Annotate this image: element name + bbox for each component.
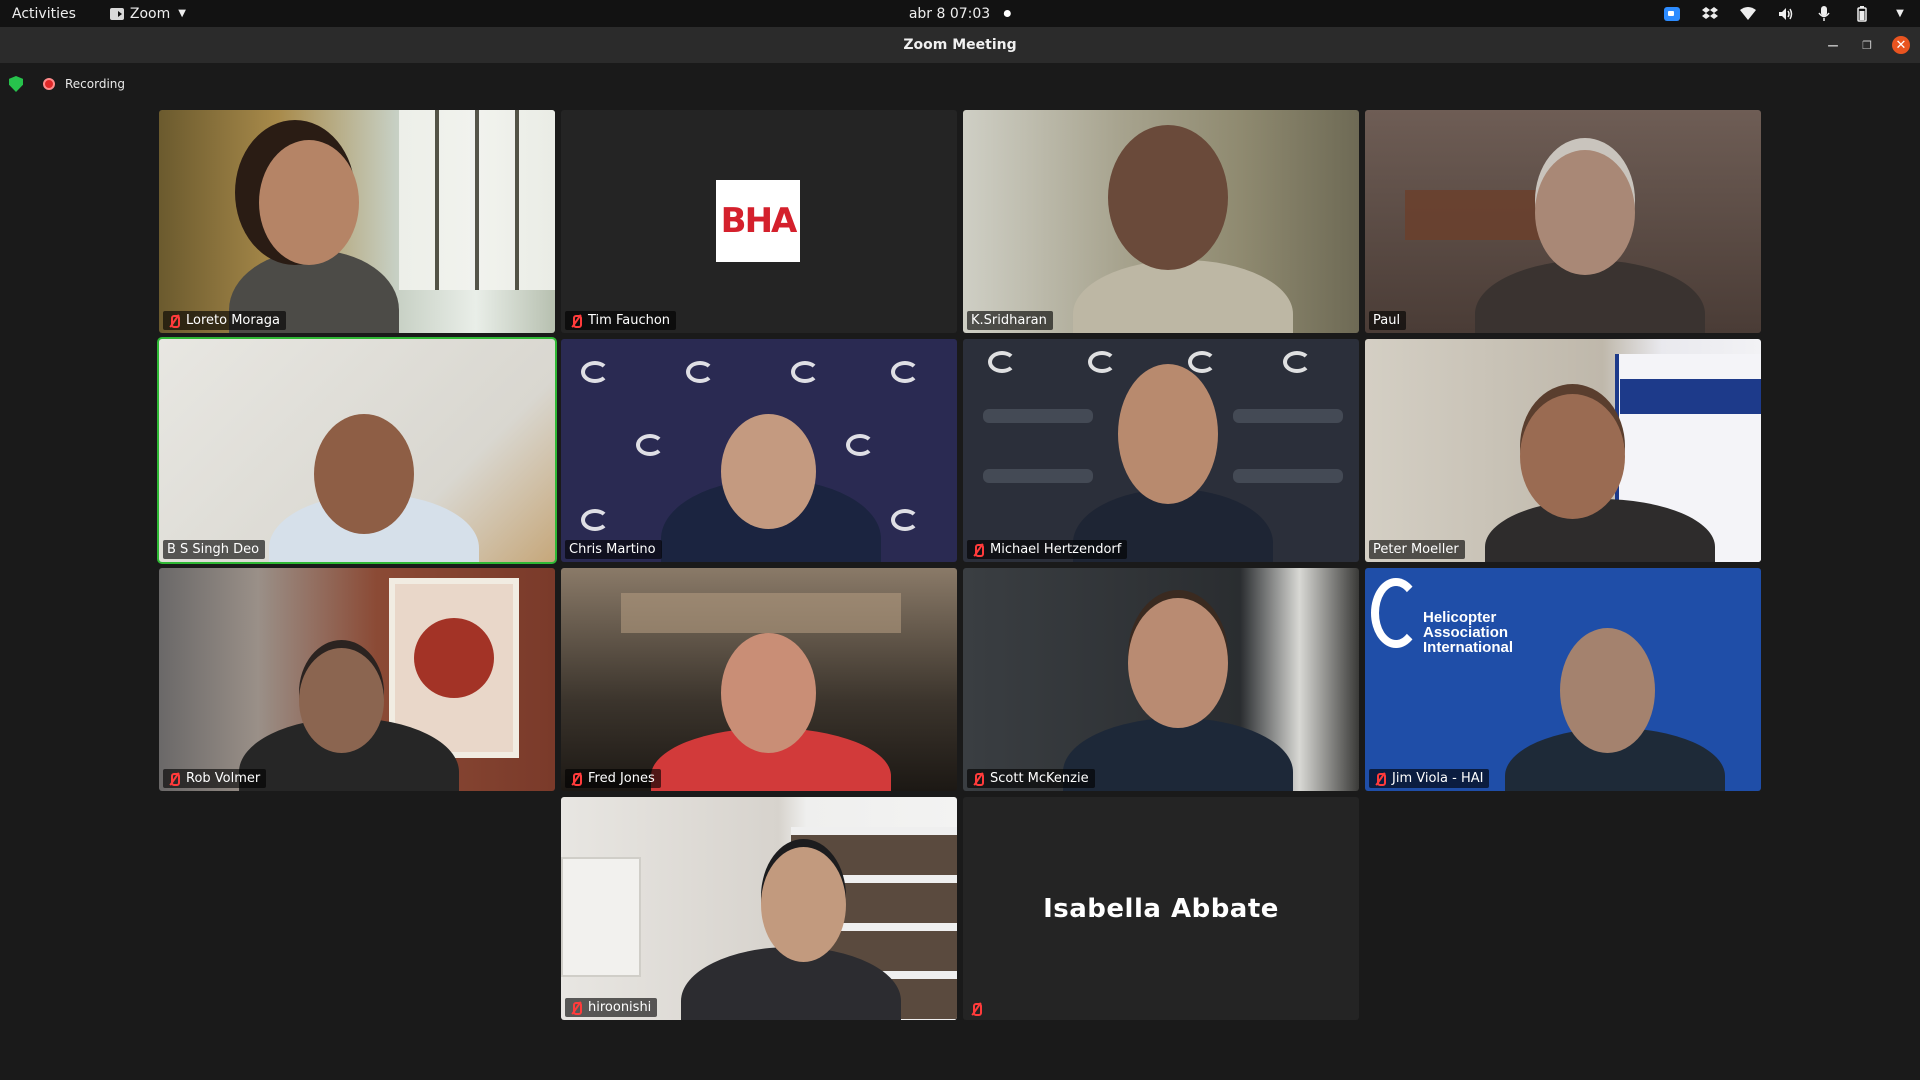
participant-name: K.Sridharan bbox=[971, 313, 1047, 328]
zoom-tray-icon[interactable] bbox=[1664, 6, 1680, 22]
participant-name: Jim Viola - HAI bbox=[1392, 771, 1484, 786]
video-tile[interactable]: Helicopter Association International Jim… bbox=[1365, 568, 1761, 791]
video-tile[interactable]: hiroonishi bbox=[561, 797, 957, 1020]
participant-name: hiroonishi bbox=[588, 1000, 652, 1015]
clock-datetime: abr 8 07:03 bbox=[908, 5, 991, 22]
participant-name: Peter Moeller bbox=[1373, 542, 1459, 557]
video-tile[interactable]: Rob Volmer bbox=[159, 568, 555, 791]
participant-name-tag: Loreto Moraga bbox=[163, 311, 286, 330]
video-tile-active-speaker[interactable]: B S Singh Deo bbox=[157, 337, 557, 564]
zoom-app-icon bbox=[109, 7, 124, 20]
participant-name-tag: Chris Martino bbox=[565, 540, 662, 559]
meeting-area: Recording Loreto Moraga BHA Tim Fauchon … bbox=[0, 63, 1920, 1080]
participant-name-tag: Tim Fauchon bbox=[565, 311, 677, 330]
participant-name-tag: Peter Moeller bbox=[1369, 540, 1465, 559]
microphone-muted-icon bbox=[971, 543, 985, 557]
window-title: Zoom Meeting bbox=[903, 37, 1017, 53]
microphone-muted-icon bbox=[167, 314, 181, 328]
microphone-muted-icon bbox=[569, 314, 583, 328]
video-tile[interactable]: Scott McKenzie bbox=[963, 568, 1359, 791]
microphone-icon[interactable] bbox=[1816, 5, 1832, 22]
hai-logo-line1: Helicopter bbox=[1423, 609, 1497, 626]
recording-label: Recording bbox=[65, 77, 126, 91]
meeting-status-row: Recording bbox=[0, 63, 1920, 105]
video-tile[interactable]: K.Sridharan bbox=[963, 110, 1359, 333]
app-menu-label: Zoom bbox=[129, 5, 171, 22]
participant-name-tag: Rob Volmer bbox=[163, 769, 267, 788]
participant-name-tag: Fred Jones bbox=[565, 769, 661, 788]
video-tile-video-off[interactable]: Isabella Abbate bbox=[963, 797, 1359, 1020]
activities-button[interactable]: Activities bbox=[12, 6, 76, 22]
close-button[interactable]: ✕ bbox=[1892, 36, 1910, 54]
notification-dot-icon bbox=[1004, 10, 1012, 17]
hai-logo-line2: Association bbox=[1423, 624, 1509, 641]
app-menu[interactable]: Zoom ▼ bbox=[109, 5, 186, 22]
recording-icon bbox=[43, 78, 55, 90]
system-tray[interactable]: ▼ bbox=[1664, 0, 1908, 27]
participant-name: Rob Volmer bbox=[186, 771, 261, 786]
window-title-bar: Zoom Meeting — ❐ ✕ bbox=[0, 27, 1920, 63]
bha-logo-text: BHA bbox=[720, 201, 798, 241]
participant-name-tag: Scott McKenzie bbox=[967, 769, 1095, 788]
microphone-muted-icon bbox=[569, 1001, 583, 1015]
microphone-muted-icon bbox=[569, 772, 583, 786]
participant-display-name: Isabella Abbate bbox=[1043, 893, 1279, 924]
participant-name: Loreto Moraga bbox=[186, 313, 280, 328]
microphone-muted-icon bbox=[969, 1002, 983, 1016]
microphone-muted-icon bbox=[1373, 772, 1387, 786]
system-top-bar: Activities Zoom ▼ abr 8 07:03 ▼ bbox=[0, 0, 1920, 27]
wifi-icon[interactable] bbox=[1740, 6, 1756, 22]
participant-name-tag: Paul bbox=[1369, 311, 1407, 330]
participant-name: Michael Hertzendorf bbox=[990, 542, 1122, 557]
participant-name-tag: Michael Hertzendorf bbox=[967, 540, 1128, 559]
video-tile[interactable]: Michael Hertzendorf bbox=[963, 339, 1359, 562]
hai-globe-icon bbox=[1371, 578, 1421, 648]
volume-icon[interactable] bbox=[1778, 6, 1794, 22]
hai-logo-line3: International bbox=[1423, 639, 1514, 656]
window-controls: — ❐ ✕ bbox=[1824, 27, 1910, 63]
microphone-muted-icon bbox=[167, 772, 181, 786]
participant-name: B S Singh Deo bbox=[167, 542, 260, 557]
video-tile[interactable]: BHA Tim Fauchon bbox=[561, 110, 957, 333]
participant-name: Paul bbox=[1373, 313, 1401, 328]
participant-name: Tim Fauchon bbox=[588, 313, 671, 328]
hai-logo: Helicopter Association International bbox=[1371, 574, 1521, 664]
chevron-down-icon: ▼ bbox=[178, 8, 186, 19]
participant-name-tag: K.Sridharan bbox=[967, 311, 1053, 330]
bha-logo: BHA bbox=[716, 180, 800, 262]
clock[interactable]: abr 8 07:03 bbox=[908, 5, 1012, 22]
video-tile[interactable]: Chris Martino bbox=[561, 339, 957, 562]
hai-logo-text: Helicopter Association International bbox=[1423, 610, 1513, 655]
encryption-shield-icon[interactable] bbox=[9, 76, 23, 92]
video-tile[interactable]: Loreto Moraga bbox=[159, 110, 555, 333]
participant-name: Scott McKenzie bbox=[990, 771, 1089, 786]
participant-name: Fred Jones bbox=[588, 771, 655, 786]
microphone-muted-icon bbox=[971, 772, 985, 786]
video-tile[interactable]: Paul bbox=[1365, 110, 1761, 333]
battery-icon[interactable] bbox=[1854, 5, 1870, 22]
participant-name-tag: hiroonishi bbox=[565, 998, 658, 1017]
video-tile[interactable]: Peter Moeller bbox=[1365, 339, 1761, 562]
system-menu-chevron-down-icon[interactable]: ▼ bbox=[1892, 6, 1908, 22]
participant-name-tag: Jim Viola - HAI bbox=[1369, 769, 1490, 788]
maximize-button[interactable]: ❐ bbox=[1858, 36, 1876, 54]
participant-name-tag: B S Singh Deo bbox=[163, 540, 266, 559]
video-tile[interactable]: Fred Jones bbox=[561, 568, 957, 791]
dropbox-icon[interactable] bbox=[1702, 6, 1718, 22]
minimize-button[interactable]: — bbox=[1824, 36, 1842, 54]
participant-name: Chris Martino bbox=[569, 542, 656, 557]
